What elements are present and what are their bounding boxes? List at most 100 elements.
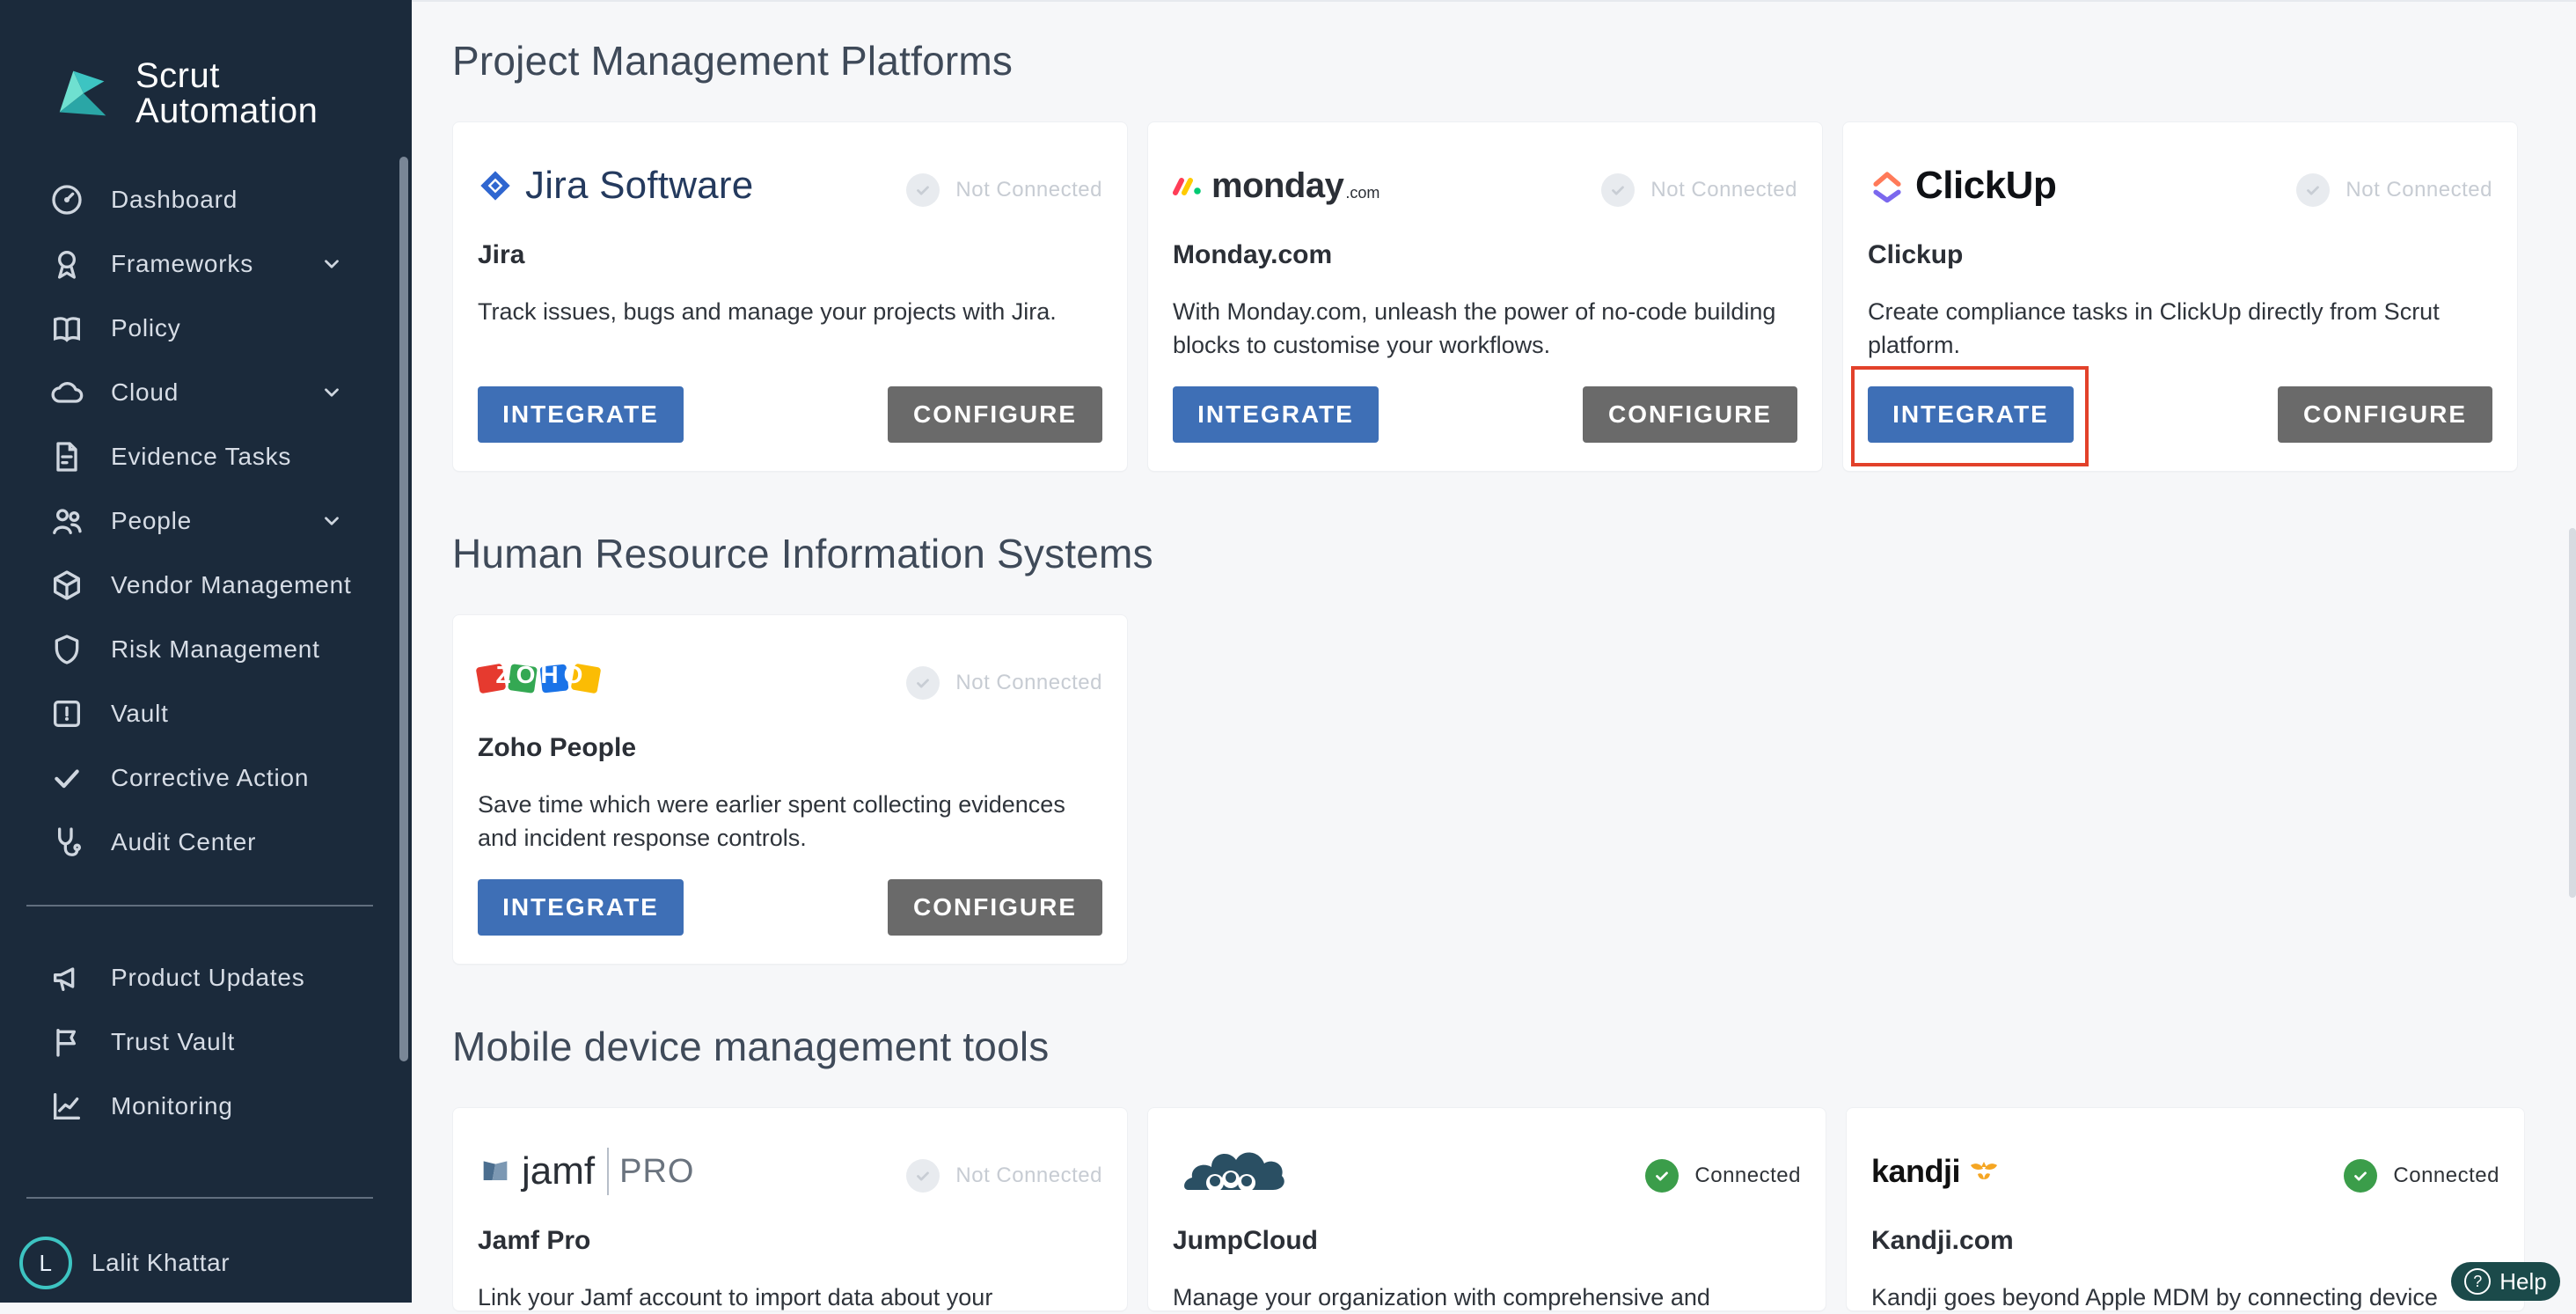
sidebar-item-corrective-action[interactable]: Corrective Action [0,745,412,810]
primary-nav: Dashboard Frameworks Policy Cloud Eviden… [0,167,412,874]
sidebar-item-product-updates[interactable]: Product Updates [0,945,412,1009]
sidebar-item-label: Policy [111,313,181,341]
integration-description: Link your Jamf account to import data ab… [478,1284,993,1310]
integrate-button[interactable]: INTEGRATE [478,879,684,936]
status-text: Connected [1694,1164,1801,1187]
clickup-chevron-icon [1873,172,1901,203]
clickup-logo: ClickUp [1868,159,2057,212]
sidebar-item-label: Vendor Management [111,570,352,598]
status-badge: Not Connected [1601,173,1797,207]
content-scrollbar[interactable] [2569,528,2576,898]
brand[interactable]: Scrut Automation [49,58,318,128]
help-label: Help [2499,1267,2547,1295]
flag-icon [49,1024,84,1060]
kandji-bee-icon [1971,1162,1998,1179]
status-text: Not Connected [955,178,1102,202]
integrate-button[interactable]: INTEGRATE [1173,386,1379,443]
sidebar-divider [26,1197,373,1199]
integration-name: Clickup [1868,240,1964,269]
integration-card-jira: Jira Software Not Connected Jira Track i… [452,121,1128,472]
jamf-logo-text: jamf [522,1149,596,1193]
scrut-logo-icon [59,70,106,116]
check-circle-icon [2344,1159,2378,1193]
status-text: Not Connected [1650,178,1797,202]
document-check-icon [49,439,84,474]
chevron-down-icon[interactable] [320,253,343,275]
configure-button[interactable]: CONFIGURE [888,879,1102,936]
status-badge: Connected [2344,1159,2499,1193]
monday-logo-text: monday [1211,165,1344,205]
sidebar-divider [26,905,373,907]
brand-name-line2: Automation [135,92,318,130]
brand-name-line1: Scrut [135,56,220,95]
jira-logo-text: Jira Software [525,164,754,207]
help-button[interactable]: ? Help [2451,1262,2560,1301]
avatar: L [19,1237,72,1289]
sidebar-item-label: Vault [111,699,169,727]
sidebar-item-trust-vault[interactable]: Trust Vault [0,1009,412,1074]
integration-description: Track issues, bugs and manage your proje… [478,298,1057,325]
monday-marks-icon [1173,178,1201,195]
configure-button[interactable]: CONFIGURE [2278,386,2492,443]
kandji-logo-text: kandji [1871,1153,1961,1189]
integration-name: Monday.com [1173,240,1333,269]
user-name: Lalit Khattar [91,1249,231,1276]
status-badge: Not Connected [906,666,1102,700]
sidebar-item-monitoring[interactable]: Monitoring [0,1074,412,1138]
check-circle-icon [906,173,940,207]
check-circle-icon [906,666,940,700]
sidebar-item-risk-management[interactable]: Risk Management [0,617,412,681]
status-badge: Not Connected [906,173,1102,207]
status-text: Not Connected [2345,178,2492,202]
sidebar-item-vendor-management[interactable]: Vendor Management [0,553,412,617]
status-text: Not Connected [955,671,1102,694]
integration-description: Save time which were earlier spent colle… [478,791,1065,851]
integration-description: Create compliance tasks in ClickUp direc… [1868,298,2440,358]
sidebar-item-dashboard[interactable]: Dashboard [0,167,412,231]
integration-card-jumpcloud: Connected JumpCloud Manage your organiza… [1147,1107,1826,1311]
cloud-icon [49,375,84,410]
cube-icon [49,568,84,603]
integration-name: Jamf Pro [478,1226,591,1255]
sidebar-item-label: Monitoring [111,1091,233,1119]
question-mark-icon: ? [2464,1268,2492,1295]
sidebar-scrollbar[interactable] [399,157,408,1061]
sidebar-item-label: Cloud [111,378,179,406]
sidebar-item-vault[interactable]: Vault [0,681,412,745]
checkmark-icon [49,760,84,796]
sidebar-item-frameworks[interactable]: Frameworks [0,231,412,296]
monday-logo-suffix: .com [1345,183,1380,202]
status-badge: Not Connected [906,1159,1102,1193]
status-badge: Not Connected [2296,173,2492,207]
sidebar-item-label: Risk Management [111,635,320,663]
chevron-down-icon[interactable] [320,381,343,404]
sidebar-item-policy[interactable]: Policy [0,296,412,360]
sidebar-item-evidence-tasks[interactable]: Evidence Tasks [0,424,412,488]
sidebar-item-people[interactable]: People [0,488,412,553]
stethoscope-icon [49,825,84,860]
integration-name: Kandji.com [1871,1226,2014,1255]
status-text: Connected [2393,1164,2499,1187]
sidebar-item-cloud[interactable]: Cloud [0,360,412,424]
configure-button[interactable]: CONFIGURE [1583,386,1797,443]
secondary-nav: Product Updates Trust Vault Monitoring [0,945,412,1138]
integration-card-jamf-pro: jamf PRO Not Connected Jamf Pro Link you… [452,1107,1128,1311]
check-circle-icon [906,1159,940,1193]
section-title-project-management: Project Management Platforms [452,38,1014,84]
integration-description: Manage your organization with comprehens… [1173,1284,1710,1310]
sidebar-item-audit-center[interactable]: Audit Center [0,810,412,874]
sidebar-item-label: Trust Vault [111,1027,236,1055]
jumpcloud-logo [1173,1145,1289,1198]
integration-name: Zoho People [478,733,636,762]
kandji-logo: kandji [1871,1145,2002,1198]
section-title-mdm: Mobile device management tools [452,1024,1050,1069]
chevron-down-icon[interactable] [320,510,343,532]
user-profile[interactable]: L Lalit Khattar [19,1237,230,1289]
clickup-logo-text: ClickUp [1915,164,2057,207]
integration-description: Kandji goes beyond Apple MDM by connecti… [1871,1284,2438,1310]
configure-button[interactable]: CONFIGURE [888,386,1102,443]
integration-card-zoho-people: ZOHO Not Connected Zoho People Save time… [452,614,1128,965]
sidebar-item-label: Dashboard [111,185,238,213]
section-title-hris: Human Resource Information Systems [452,531,1153,576]
integrate-button[interactable]: INTEGRATE [478,386,684,443]
